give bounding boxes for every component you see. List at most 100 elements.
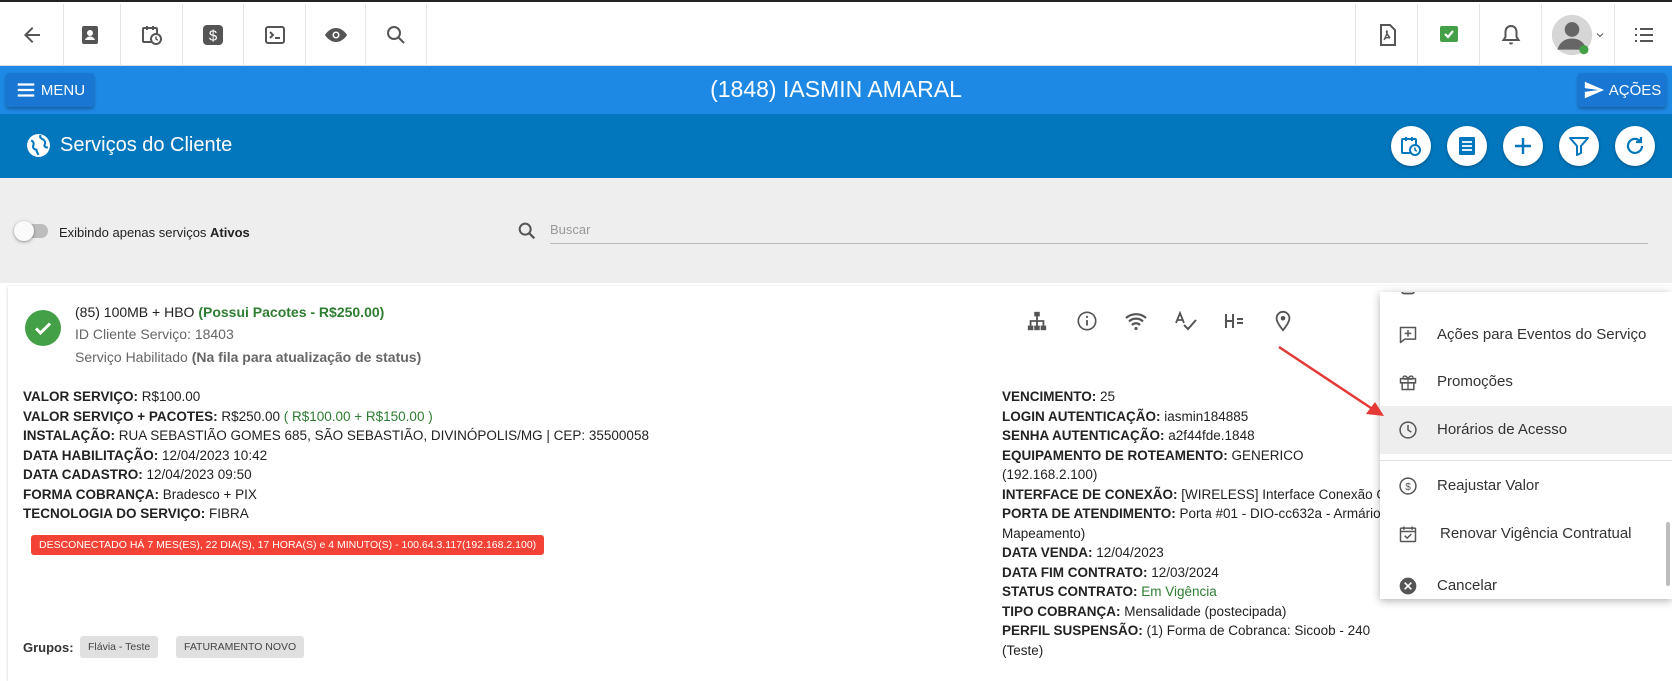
detail-line: DATA VENDA: 12/04/2023 [1002, 543, 1402, 563]
check-badge-icon [1439, 26, 1458, 42]
detail-label: FORMA COBRANÇA: [23, 486, 159, 502]
search-input[interactable] [550, 216, 1648, 244]
refresh-circle-button[interactable] [1615, 126, 1655, 166]
menu-item-access-hours[interactable]: Horários de Acesso [1380, 406, 1672, 454]
terminal-button[interactable] [244, 4, 306, 66]
detail-value: iasmin184885 [1160, 408, 1249, 424]
service-actions-menu: Ações para Eventos do Serviço Promoções … [1380, 292, 1672, 599]
menu-item-label: Cancelar [1437, 577, 1498, 594]
list-circle-button[interactable] [1447, 126, 1487, 166]
view-button[interactable] [306, 4, 366, 66]
detail-line: Mapeamento) [1002, 524, 1402, 544]
detail-label: DATA FIM CONTRATO: [1002, 564, 1148, 580]
refresh-icon [1626, 137, 1644, 154]
detail-line: DATA FIM CONTRATO: 12/03/2024 [1002, 563, 1402, 583]
filter-icon [1569, 137, 1589, 156]
calendar-check-icon [1399, 526, 1417, 543]
detail-label: VENCIMENTO: [1002, 389, 1097, 404]
menu-item-adjust-value[interactable]: $ Reajustar Valor [1380, 462, 1672, 510]
detail-label: PORTA DE ATENDIMENTO: [1002, 506, 1176, 521]
back-arrow-icon [23, 27, 40, 43]
service-id: ID Cliente Serviço: 18403 [75, 326, 234, 342]
finance-button[interactable]: $ [183, 4, 244, 66]
schedule-button[interactable] [121, 4, 183, 66]
search-icon [518, 222, 536, 240]
detail-label: STATUS CONTRATO: [1002, 584, 1138, 599]
menu-item-service-events[interactable]: Ações para Eventos do Serviço [1380, 311, 1672, 359]
detail-label: VALOR SERVIÇO: [23, 389, 139, 404]
menu-item-cancel[interactable]: Cancelar [1380, 562, 1672, 599]
list-alt-icon [1459, 137, 1475, 155]
menu-item-promotions[interactable]: Promoções [1380, 358, 1672, 406]
filter-circle-button[interactable] [1559, 126, 1599, 166]
notifications-button[interactable] [1479, 4, 1541, 66]
detail-label: INTERFACE DE CONEXÃO: [1002, 486, 1178, 502]
plus-icon [1515, 138, 1531, 154]
detail-value: 25 [1096, 389, 1116, 404]
location-button[interactable] [1270, 308, 1296, 334]
document-icon [1401, 292, 1415, 295]
comment-plus-icon [1399, 326, 1417, 344]
section-bar: Serviços do Cliente [0, 114, 1672, 178]
detail-value: 12/04/2023 09:50 [142, 467, 252, 482]
detail-value: 12/04/2023 10:42 [158, 447, 268, 463]
chevron-down-icon [1596, 33, 1604, 38]
detail-line: VALOR SERVIÇO + PACOTES: R$250.00 ( R$10… [23, 407, 663, 427]
menu-item-hidden-top[interactable] [1380, 292, 1672, 310]
detail-label: DATA CADASTRO: [23, 467, 143, 482]
calendar-clock-icon [1401, 137, 1421, 156]
detail-line: FORMA COBRANÇA: Bradesco + PIX [23, 485, 663, 505]
search-icon [387, 26, 405, 44]
history-button[interactable] [1221, 308, 1247, 334]
topology-button[interactable] [1024, 308, 1050, 334]
spellcheck-button[interactable] [1172, 308, 1198, 334]
contact-button[interactable] [59, 4, 121, 66]
detail-line: INSTALAÇÃO: RUA SEBASTIÃO GOMES 685, SÃO… [23, 426, 663, 446]
detail-value: Mensalidade (postecipada) [1120, 603, 1287, 619]
cancel-icon [1399, 577, 1417, 595]
menu-item-renew-contract[interactable]: Renovar Vigência Contratual [1380, 510, 1672, 558]
menu-item-label: Renovar Vigência Contratual [1440, 525, 1632, 542]
detail-line: INTERFACE DE CONEXÃO: [WIRELESS] Interfa… [1002, 485, 1402, 505]
location-pin-icon [1275, 310, 1291, 332]
detail-value: 12/04/2023 [1092, 545, 1164, 560]
calendar-clock-icon [141, 26, 162, 45]
add-circle-button[interactable] [1503, 126, 1543, 166]
service-details-right: VENCIMENTO: 25 LOGIN AUTENTICAÇÃO: iasmi… [1002, 387, 1402, 660]
active-services-toggle[interactable] [14, 221, 48, 241]
back-button[interactable] [0, 4, 64, 66]
detail-line: DATA CADASTRO: 12/04/2023 09:50 [23, 465, 663, 485]
acoes-button[interactable]: AÇÕES [1578, 73, 1666, 107]
detail-value: [WIRELESS] Interface Conexão Gen [1177, 486, 1402, 502]
info-button[interactable] [1074, 308, 1100, 334]
detail-label: EQUIPAMENTO DE ROTEAMENTO: [1002, 447, 1228, 463]
menu-scrollbar[interactable] [1666, 522, 1670, 586]
pdf-button[interactable] [1355, 4, 1417, 66]
detail-label: PERFIL SUSPENSÃO: [1002, 623, 1143, 638]
client-header: MENU (1848) IASMIN AMARAL AÇÕES [0, 66, 1672, 114]
schedule-circle-button[interactable] [1391, 126, 1431, 166]
acoes-label: AÇÕES [1608, 81, 1662, 99]
spellcheck-icon [1175, 310, 1197, 331]
top-toolbar: $ [0, 0, 1672, 66]
detail-value: FIBRA [205, 506, 249, 521]
service-status-text: Serviço Habilitado [75, 349, 192, 365]
contact-card-icon [81, 26, 98, 44]
menu-item-label: Ações para Eventos do Serviço [1437, 326, 1647, 343]
detail-value: Mapeamento) [1002, 525, 1086, 541]
groups-label: Grupos: [23, 640, 74, 655]
search-button[interactable] [366, 4, 427, 66]
list-button[interactable] [1614, 4, 1672, 66]
wifi-button[interactable] [1123, 308, 1149, 334]
detail-label: DATA HABILITAÇÃO: [23, 447, 159, 463]
dollar-circle-icon: $ [1399, 477, 1417, 495]
user-menu-button[interactable] [1541, 4, 1614, 66]
detail-label: TECNOLOGIA DO SERVIÇO: [23, 506, 206, 521]
service-name-text: (85) 100MB + HBO [75, 304, 199, 320]
service-details-left: VALOR SERVIÇO: R$100.00 VALOR SERVIÇO + … [23, 387, 663, 524]
menu-item-label: Reajustar Valor [1437, 477, 1540, 494]
detail-label: TIPO COBRANÇA: [1002, 603, 1121, 619]
list-icon [1634, 28, 1653, 42]
section-title: Serviços do Cliente [60, 134, 233, 156]
tasks-button[interactable] [1417, 4, 1479, 66]
